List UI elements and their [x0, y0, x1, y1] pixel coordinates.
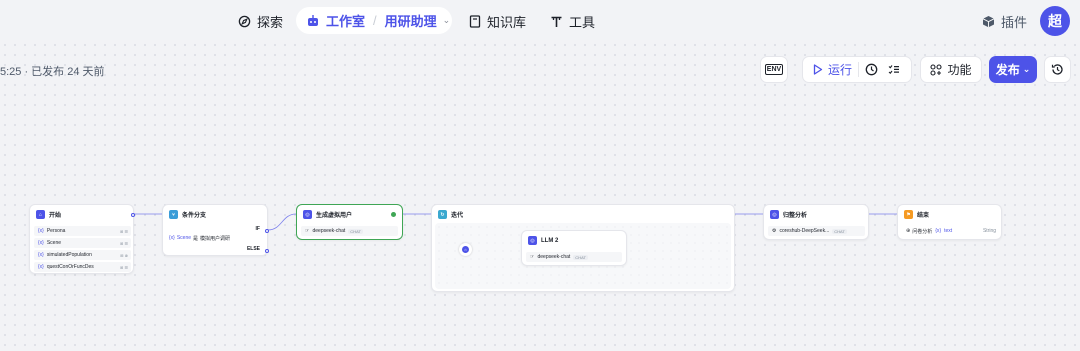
node-title: 条件分支 — [182, 213, 207, 219]
output-port[interactable] — [131, 213, 135, 217]
node-title: 生成虚拟用户 — [316, 213, 353, 219]
node-header: ⌂ 开始 — [36, 210, 61, 219]
if-label: IF — [255, 226, 260, 232]
condition-expression: {x} Scene 是 模拟用户调研 — [169, 235, 230, 242]
node-header: ⑂ 条件分支 — [169, 210, 206, 219]
start-field-simulated-population: {x} simulatedPopulation ⊞ ⊗ — [34, 250, 131, 260]
llm-icon: ◎ — [770, 210, 779, 219]
field-tags: ⊞ ⊗ — [120, 252, 128, 258]
model-row: ⚙ coreshub-DeepSeek... CHAT — [768, 226, 865, 236]
home-icon: ⌂ — [462, 246, 469, 253]
model-tag: CHAT — [348, 228, 363, 234]
node-condition[interactable]: ⑂ 条件分支 IF {x} Scene 是 模拟用户调研 ELSE — [162, 204, 269, 256]
if-port[interactable] — [265, 229, 269, 233]
node-header: ⚑ 结束 — [904, 210, 929, 219]
output-var: text — [944, 228, 953, 234]
model-icon: ⚙ — [772, 228, 777, 234]
edge-condition-generate — [267, 213, 297, 231]
field-tags: ⊞ ☰ — [119, 264, 128, 270]
home-icon: ⌂ — [36, 210, 45, 219]
output-label: 问卷分析 — [912, 228, 933, 235]
node-generate-users[interactable]: ◎ 生成虚拟用户 ☞ deepseek-chat CHAT — [296, 204, 403, 240]
llm-icon: ◎ — [303, 210, 312, 219]
node-header: ◎ 归整分析 — [770, 210, 807, 219]
model-name: deepseek-chat — [312, 228, 346, 234]
llm-icon: ◎ — [528, 236, 537, 245]
var-icon: {x} — [38, 228, 44, 234]
node-title: LLM 2 — [541, 237, 559, 244]
output-row: ⊕ 问卷分析 {x} text String — [902, 226, 999, 236]
workflow-edges — [134, 213, 897, 250]
condition-var: Scene — [176, 235, 192, 241]
flag-icon: ⚑ — [904, 210, 913, 219]
model-icon: ☞ — [305, 228, 310, 234]
node-header: ◎ 生成虚拟用户 — [303, 210, 352, 219]
node-header: ◎ LLM 2 — [528, 236, 558, 245]
node-llm2[interactable]: ◎ LLM 2 ☞ deepseek-chat CHAT — [521, 230, 627, 266]
success-icon — [391, 212, 396, 217]
node-end[interactable]: ⚑ 结束 ⊕ 问卷分析 {x} text String — [897, 204, 1002, 240]
model-name: coreshub-DeepSeek... — [779, 228, 830, 234]
loop-icon: ↻ — [438, 210, 447, 219]
node-title: 结束 — [917, 213, 930, 219]
var-icon: {x} — [169, 235, 175, 241]
var-icon: {x} — [38, 240, 44, 246]
output-icon: ⊕ — [906, 228, 911, 234]
field-name: Scene — [46, 240, 62, 246]
start-field-scene: {x} Scene ⊞ ☰ — [34, 238, 131, 248]
model-row: ☞ deepseek-chat CHAT — [301, 226, 398, 236]
field-name: simulatedPopulation — [46, 252, 92, 258]
model-name: deepseek-chat — [537, 254, 571, 260]
else-label: ELSE — [246, 246, 260, 252]
field-name: Persona — [46, 228, 66, 234]
var-icon: {x} — [935, 228, 942, 234]
else-port[interactable] — [265, 249, 269, 253]
field-name: questConOrFuncDes — [46, 264, 94, 270]
condition-op: 是 — [193, 236, 199, 242]
start-field-persona: {x} Persona ⊞ ☰ — [34, 226, 131, 236]
start-field-quest: {x} questConOrFuncDes ⊞ ☰ — [34, 262, 131, 272]
condition-value: 模拟用户调研 — [200, 236, 231, 242]
branch-icon: ⑂ — [169, 210, 178, 219]
var-icon: {x} — [38, 252, 44, 258]
node-start[interactable]: ⌂ 开始 {x} Persona ⊞ ☰ {x} Scene ⊞ ☰ {x} s… — [29, 204, 135, 274]
var-icon: {x} — [38, 264, 44, 270]
output-type: String — [982, 228, 996, 234]
node-title: 开始 — [49, 213, 62, 219]
node-header: ↻ 迭代 — [438, 210, 463, 219]
model-icon: ☞ — [530, 254, 535, 260]
model-row: ☞ deepseek-chat CHAT — [526, 252, 622, 262]
node-summary[interactable]: ◎ 归整分析 ⚙ coreshub-DeepSeek... CHAT — [763, 204, 869, 240]
field-tags: ⊞ ☰ — [119, 228, 128, 234]
model-tag: CHAT — [832, 228, 847, 234]
node-title: 归整分析 — [783, 213, 808, 219]
loop-start-node[interactable]: ⌂ — [459, 243, 472, 256]
field-tags: ⊞ ☰ — [119, 240, 128, 246]
model-tag: CHAT — [573, 254, 588, 260]
node-title: 迭代 — [451, 213, 464, 219]
